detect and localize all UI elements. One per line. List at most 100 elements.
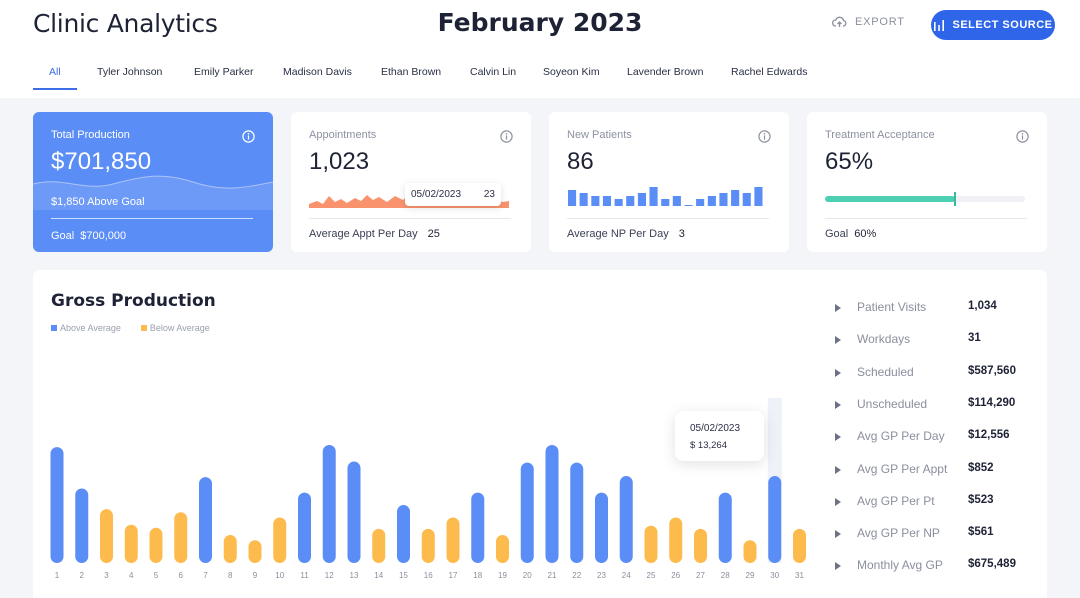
np-bar: [719, 193, 728, 206]
stat-row[interactable]: Monthly Avg GP $675,489: [833, 558, 1033, 578]
select-source-button[interactable]: SELECT SOURCE: [931, 10, 1055, 40]
gp-bar[interactable]: [793, 528, 806, 563]
gp-bar[interactable]: [669, 517, 683, 563]
stat-row[interactable]: Avg GP Per NP $561: [833, 526, 1033, 546]
stat-value: $587,560: [968, 364, 1016, 377]
x-tick-label: 15: [399, 571, 408, 580]
total-production-card[interactable]: Total Production $701,850 $1,850 Above G…: [33, 112, 273, 252]
tab-calvin-lin[interactable]: Calvin Lin: [470, 66, 516, 78]
x-tick-label: 17: [449, 571, 458, 580]
caret-right-icon: [835, 304, 841, 312]
gp-bar[interactable]: [199, 477, 212, 563]
footer-value: 60%: [854, 228, 877, 240]
gp-bar[interactable]: [50, 447, 64, 563]
gp-bar[interactable]: [520, 462, 534, 563]
gp-bar[interactable]: [322, 445, 336, 563]
stat-row[interactable]: Avg GP Per Day $12,556: [833, 429, 1033, 449]
gross-production-panel: Gross Production Above Average Below Ave…: [33, 270, 1047, 598]
stat-row[interactable]: Avg GP Per Appt $852: [833, 462, 1033, 482]
x-tick-label: 3: [104, 571, 109, 580]
gp-bar[interactable]: [595, 492, 608, 563]
gp-bar[interactable]: [545, 445, 559, 563]
card-value: 1,023: [309, 148, 370, 175]
gp-bar[interactable]: [248, 540, 262, 563]
gp-bar[interactable]: [768, 476, 782, 563]
stat-row[interactable]: Patient Visits 1,034: [833, 300, 1033, 320]
x-tick-label: 22: [572, 571, 581, 580]
stat-label: Workdays: [857, 332, 911, 347]
gp-bar[interactable]: [149, 527, 163, 563]
gp-bar[interactable]: [644, 525, 658, 563]
export-label: EXPORT: [855, 16, 905, 28]
caret-right-icon: [835, 400, 841, 409]
tab-emily-parker[interactable]: Emily Parker: [194, 66, 254, 78]
caret-right-icon: [835, 497, 841, 506]
new-patients-bar-chart: [568, 187, 763, 206]
tab-all[interactable]: All: [49, 66, 61, 78]
gp-bar[interactable]: [718, 492, 732, 563]
goal-value: $700,000: [80, 230, 127, 242]
gp-bar[interactable]: [124, 524, 138, 563]
np-bar: [649, 187, 658, 206]
appointments-card[interactable]: Appointments 1,023 Average Appt Per Day 2…: [291, 112, 531, 252]
np-bar: [672, 196, 681, 206]
export-button[interactable]: EXPORT: [832, 16, 905, 28]
x-tick-label: 14: [374, 571, 383, 580]
np-bar: [614, 199, 623, 206]
gp-bar[interactable]: [100, 509, 113, 563]
tab-lavender-brown[interactable]: Lavender Brown: [627, 66, 703, 78]
caret-right-icon: [835, 465, 841, 474]
x-tick-label: 8: [228, 571, 233, 580]
gp-bar[interactable]: [496, 535, 509, 563]
gp-bar[interactable]: [273, 517, 287, 563]
tab-ethan-brown[interactable]: Ethan Brown: [381, 66, 441, 78]
x-tick-label: 27: [696, 571, 705, 580]
tab-madison-davis[interactable]: Madison Davis: [283, 66, 352, 78]
gp-bar[interactable]: [372, 528, 386, 563]
gp-bar[interactable]: [743, 540, 757, 563]
footer-label: Average Appt Per Day: [309, 228, 418, 240]
stat-value: $852: [968, 461, 994, 474]
gp-bar[interactable]: [75, 488, 89, 563]
gp-bar[interactable]: [694, 528, 707, 563]
chart-tooltip-value: $ 13,264: [690, 440, 727, 451]
goal-label: Goal: [51, 230, 75, 242]
gp-bar[interactable]: [570, 462, 584, 563]
stat-row[interactable]: Workdays 31: [833, 332, 1033, 352]
gp-bar[interactable]: [619, 476, 633, 563]
gp-bar[interactable]: [174, 512, 188, 563]
x-tick-label: 20: [523, 571, 532, 580]
stat-label: Avg GP Per Appt: [857, 461, 948, 476]
np-bar: [731, 190, 740, 206]
month-title[interactable]: February 2023: [438, 8, 643, 37]
stat-label: Patient Visits: [857, 300, 927, 314]
info-icon[interactable]: [1016, 130, 1029, 143]
gp-bar[interactable]: [298, 492, 311, 563]
x-tick-label: 19: [498, 571, 507, 580]
bar-chart-icon: [934, 20, 945, 31]
stat-row[interactable]: Scheduled $587,560: [833, 365, 1033, 385]
info-icon[interactable]: [758, 130, 771, 143]
tab-tyler-johnson[interactable]: Tyler Johnson: [97, 66, 162, 78]
progress-fill: [825, 196, 955, 202]
stat-row[interactable]: Avg GP Per Pt $523: [833, 494, 1033, 514]
gp-bar[interactable]: [446, 517, 460, 563]
gp-bar[interactable]: [421, 528, 435, 563]
tab-soyeon-kim[interactable]: Soyeon Kim: [543, 66, 600, 78]
gp-bar[interactable]: [471, 492, 485, 563]
gp-bar[interactable]: [347, 461, 361, 563]
info-icon[interactable]: [500, 130, 513, 143]
info-icon[interactable]: [242, 130, 255, 143]
divider: [51, 218, 253, 219]
treatment-acceptance-card[interactable]: Treatment Acceptance 65% Goal 60%: [807, 112, 1047, 252]
new-patients-card[interactable]: New Patients 86 Average NP Per Day 3: [549, 112, 789, 252]
tooltip-date: 05/02/2023: [411, 189, 462, 200]
tab-rachel-edwards[interactable]: Rachel Edwards: [731, 66, 807, 78]
x-tick-label: 13: [350, 571, 359, 580]
card-label: Treatment Acceptance: [825, 129, 935, 141]
gp-bar[interactable]: [223, 535, 237, 563]
gp-bar[interactable]: [397, 505, 410, 563]
stat-label: Unscheduled: [857, 396, 928, 411]
stat-row[interactable]: Unscheduled $114,290: [833, 397, 1033, 417]
x-tick-label: 4: [129, 571, 134, 580]
